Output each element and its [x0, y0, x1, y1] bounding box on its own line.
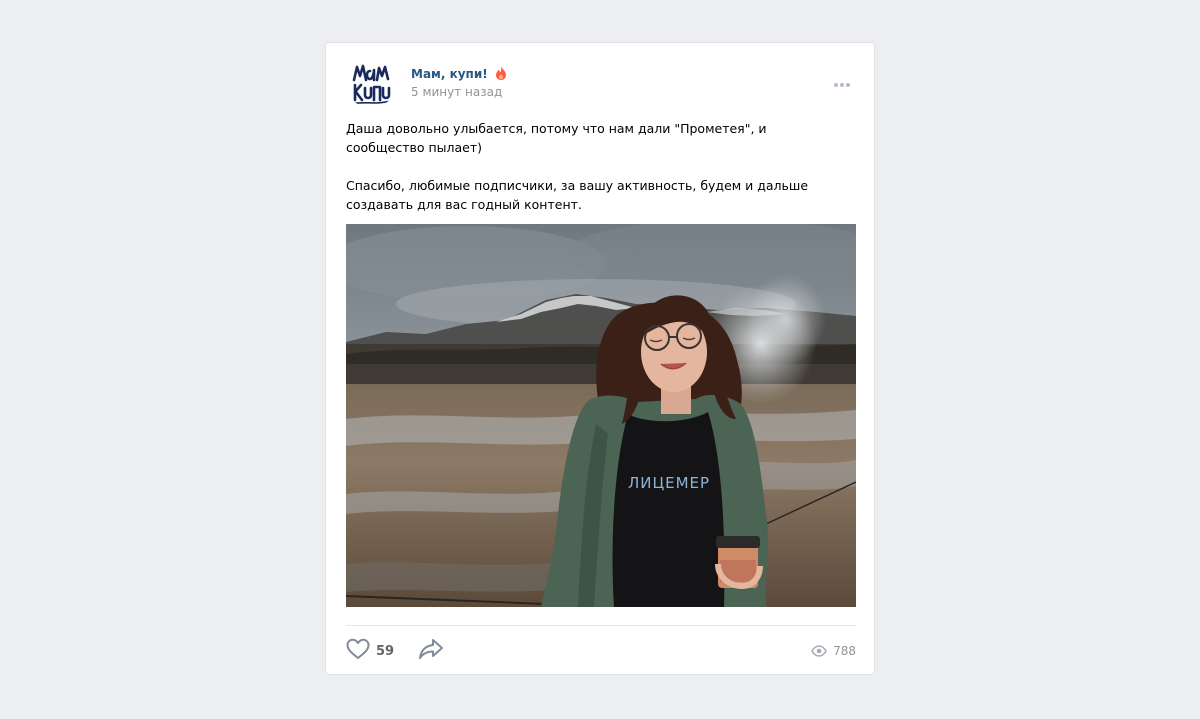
- views-counter: 788: [811, 638, 856, 664]
- post-header: Мам, купи! 5 минут назад: [346, 58, 856, 110]
- more-dots-icon[interactable]: [834, 72, 856, 87]
- eye-icon: [811, 642, 827, 661]
- post-actions: 59 788: [346, 638, 856, 664]
- post-text: Даша довольно улыбается, потому что нам …: [346, 119, 846, 233]
- like-count: 59: [376, 643, 395, 659]
- avatar[interactable]: [346, 58, 396, 108]
- share-arrow-icon: [418, 638, 444, 664]
- share-button[interactable]: [418, 638, 444, 664]
- actions-divider: [346, 625, 856, 626]
- post-card: Мам, купи! 5 минут назад Даша довольно у…: [325, 42, 875, 675]
- author-name-text[interactable]: Мам, купи!: [411, 67, 488, 81]
- post-time[interactable]: 5 минут назад: [411, 85, 502, 99]
- author-name[interactable]: Мам, купи!: [411, 66, 507, 83]
- avatar-logo: [346, 58, 396, 108]
- shirt-text: ЛИЦЕМЕР: [628, 474, 710, 492]
- photo-girl-geyser-field: ЛИЦЕМЕР: [346, 224, 856, 607]
- views-count: 788: [833, 644, 856, 658]
- flame-icon: [495, 66, 507, 83]
- like-button[interactable]: 59: [346, 638, 394, 664]
- post-paragraph: Даша довольно улыбается, потому что нам …: [346, 121, 767, 155]
- post-paragraph: Спасибо, любимые подписчики, за вашу акт…: [346, 178, 809, 212]
- post-photo[interactable]: ЛИЦЕМЕР: [346, 224, 856, 607]
- heart-icon: [346, 638, 370, 664]
